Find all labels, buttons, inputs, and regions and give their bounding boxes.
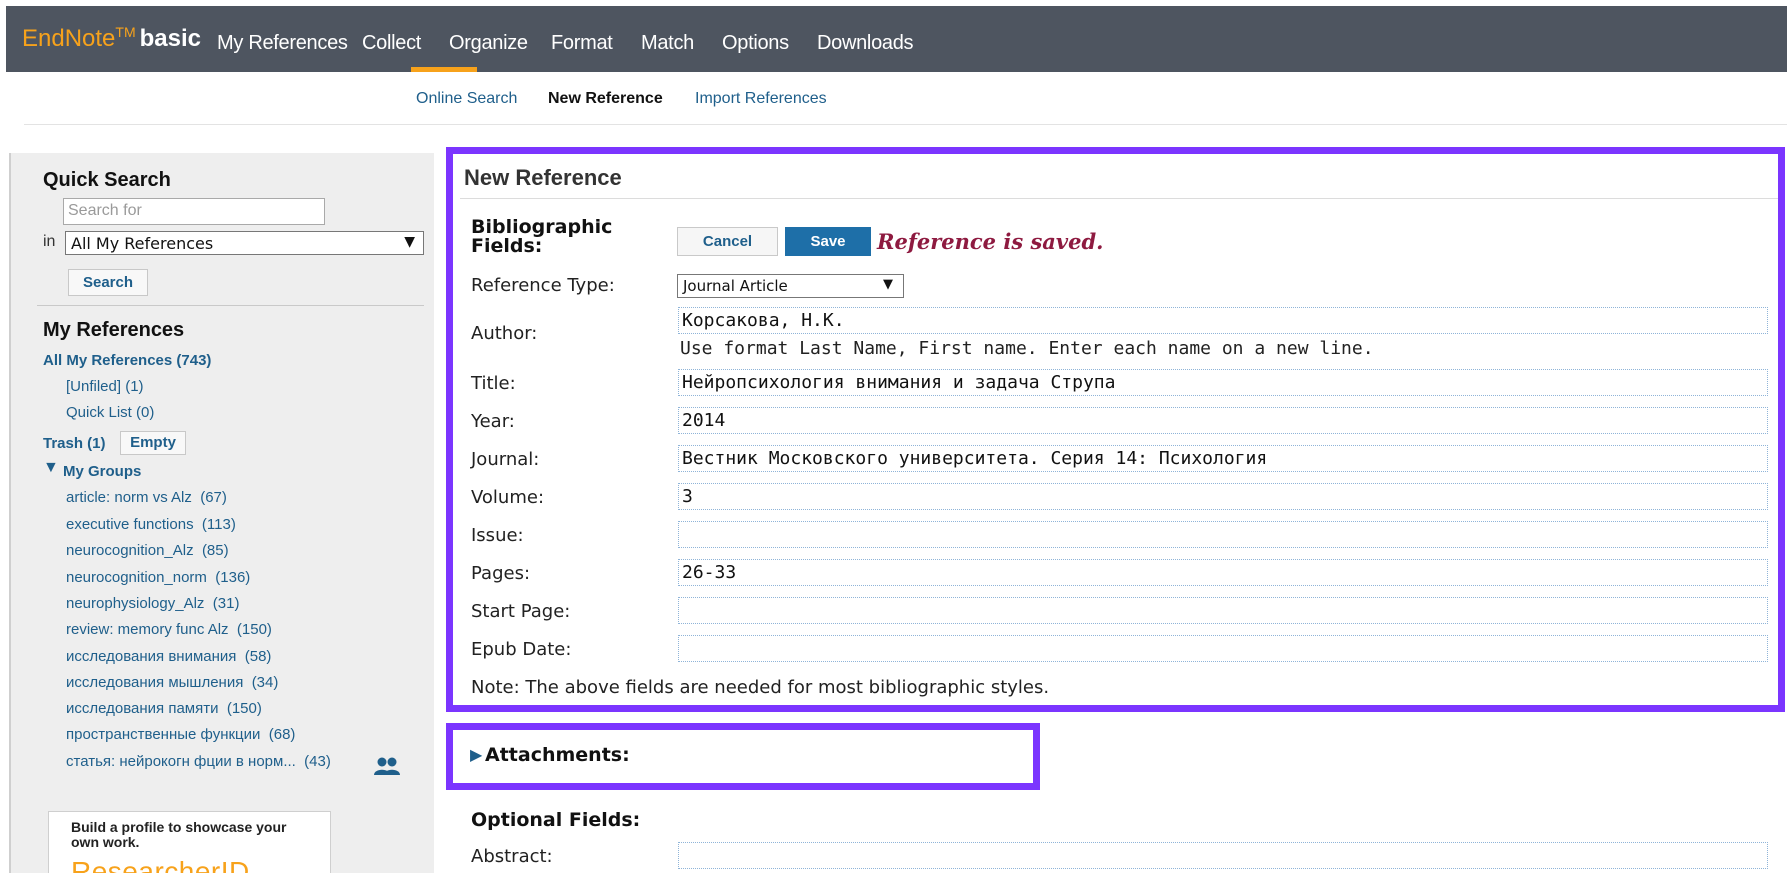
start-page-label: Start Page: (471, 601, 571, 622)
nav-organize[interactable]: Organize (449, 32, 528, 55)
epub-date-label: Epub Date: (471, 639, 572, 660)
volume-field[interactable]: 3 (678, 483, 1768, 510)
group-item[interactable]: пространственные функции (68) (66, 726, 295, 743)
group-item[interactable]: исследования мышления (34) (66, 674, 278, 691)
triangle-down-icon[interactable]: ▼ (43, 459, 59, 477)
pages-field[interactable]: 26-33 (678, 559, 1768, 586)
chevron-down-icon: ▼ (883, 277, 893, 292)
reference-type-value: Journal Article (683, 277, 788, 295)
page-title: New Reference (464, 165, 622, 190)
search-scope-select[interactable]: All My References ▼ (65, 231, 424, 255)
divider (37, 305, 424, 306)
promo-text: Build a profile to showcase your own wor… (71, 819, 287, 850)
my-references-heading: My References (43, 319, 185, 341)
issue-field[interactable] (678, 521, 1768, 548)
bibliographic-fields-heading: Bibliographic Fields: (471, 216, 613, 257)
year-label: Year: (471, 411, 515, 432)
nav-collect[interactable]: Collect (362, 32, 421, 55)
subnav-import-references[interactable]: Import References (695, 90, 827, 108)
author-format-hint: Use format Last Name, First name. Enter … (680, 338, 1374, 359)
pages-label: Pages: (471, 563, 531, 584)
journal-field[interactable]: Вестник Московского университета. Серия … (678, 445, 1768, 472)
group-item[interactable]: article: norm vs Alz (67) (66, 489, 227, 506)
start-page-field[interactable] (678, 597, 1768, 624)
in-label: in (43, 233, 56, 250)
triangle-right-icon[interactable]: ▶ (470, 745, 482, 765)
trash-link[interactable]: Trash (1) (43, 435, 106, 452)
group-item[interactable]: executive functions (113) (66, 516, 236, 533)
my-groups-heading[interactable]: My Groups (63, 463, 141, 480)
title-field[interactable]: Нейропсихология внимания и задача Струпа (678, 369, 1768, 396)
all-my-references-link[interactable]: All My References (743) (43, 352, 211, 369)
quick-list-link[interactable]: Quick List (0) (66, 404, 154, 421)
group-item[interactable]: review: memory func Alz (150) (66, 621, 272, 638)
group-item[interactable]: исследования внимания (58) (66, 648, 271, 665)
nav-downloads[interactable]: Downloads (817, 32, 914, 55)
nav-format[interactable]: Format (551, 32, 613, 55)
quick-search-heading: Quick Search (43, 169, 171, 191)
nav-my-references[interactable]: My References (217, 32, 348, 55)
year-field[interactable]: 2014 (678, 407, 1768, 434)
logo-tm-text: TM (115, 24, 136, 40)
save-status-message: Reference is saved. (877, 229, 1104, 254)
reference-type-select[interactable]: Journal Article ▼ (677, 274, 904, 298)
abstract-label: Abstract: (471, 846, 553, 867)
attachments-toggle[interactable]: Attachments: (485, 744, 630, 766)
epub-date-field[interactable] (678, 635, 1768, 662)
logo-basic-text: basic (139, 25, 201, 52)
empty-trash-button[interactable]: Empty (120, 431, 186, 455)
researcherid-promo[interactable]: Build a profile to showcase your own wor… (48, 811, 331, 873)
divider (460, 198, 1778, 199)
abstract-field[interactable] (678, 842, 1768, 869)
optional-fields-heading: Optional Fields: (471, 809, 641, 831)
cancel-button[interactable]: Cancel (677, 227, 778, 256)
logo-endnote-text: EndNote (22, 25, 116, 52)
subnav-online-search[interactable]: Online Search (416, 90, 517, 108)
top-navigation-bar: EndNoteTM basic My References Collect Org… (6, 6, 1787, 72)
researcherid-logo: ResearcherID (71, 856, 250, 873)
reference-type-label: Reference Type: (471, 275, 615, 296)
endnote-logo[interactable]: EndNoteTM basic (22, 24, 201, 53)
shared-group-icon[interactable] (372, 756, 402, 776)
search-button[interactable]: Search (68, 269, 148, 296)
nav-options[interactable]: Options (722, 32, 789, 55)
group-item[interactable]: neurophysiology_Alz (31) (66, 595, 239, 612)
volume-label: Volume: (471, 487, 545, 508)
author-label: Author: (471, 323, 538, 344)
fields-note: Note: The above fields are needed for mo… (471, 677, 1050, 698)
title-label: Title: (471, 373, 516, 394)
group-item[interactable]: neurocognition_norm (136) (66, 569, 250, 586)
active-tab-indicator (411, 67, 477, 72)
nav-match[interactable]: Match (641, 32, 694, 55)
author-field[interactable]: Корсакова, Н.К. (678, 307, 1768, 334)
chevron-down-icon: ▼ (404, 234, 415, 250)
group-item[interactable]: исследования памяти (150) (66, 700, 262, 717)
group-item[interactable]: статья: нейрокогн фции в норм... (43) (66, 753, 331, 770)
journal-label: Journal: (471, 449, 540, 470)
subnav-new-reference[interactable]: New Reference (548, 90, 663, 108)
divider (24, 124, 1787, 125)
issue-label: Issue: (471, 525, 524, 546)
search-input[interactable]: Search for (63, 198, 325, 225)
sidebar: Quick Search Search for in All My Refere… (9, 153, 434, 873)
group-item[interactable]: neurocognition_Alz (85) (66, 542, 229, 559)
save-button[interactable]: Save (785, 227, 871, 256)
unfiled-link[interactable]: [Unfiled] (1) (66, 378, 144, 395)
search-scope-value: All My References (71, 234, 214, 253)
